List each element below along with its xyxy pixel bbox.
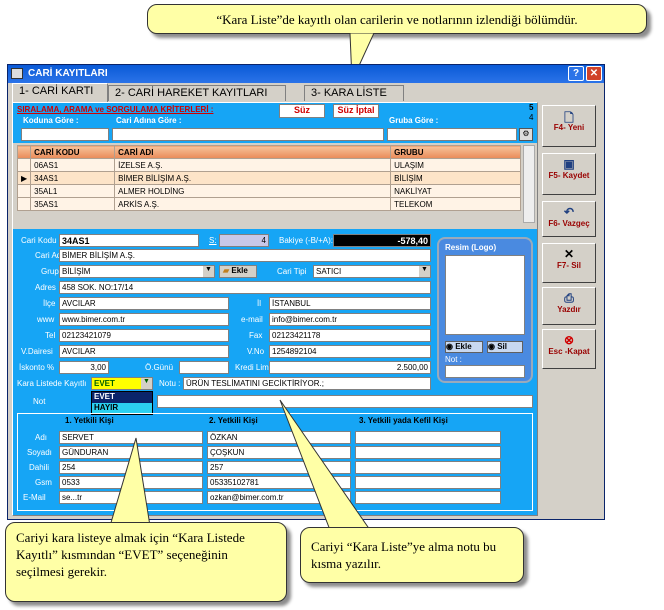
tab-cari-karti[interactable]: 1- CARİ KARTI [12, 83, 108, 102]
callout-bottom-left: Cariyi kara listeye almak için “Kara Lis… [5, 522, 287, 602]
callout-bottom-right: Cariyi “Kara Liste”ye alma notu bu kısma… [300, 527, 524, 583]
